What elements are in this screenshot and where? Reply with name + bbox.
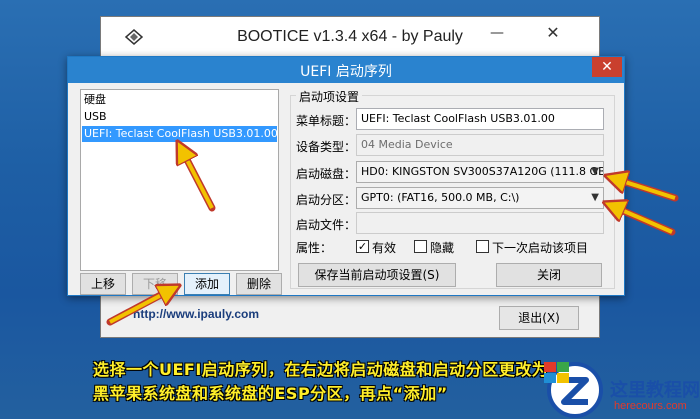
arrow-to-boot-partition-icon — [617, 208, 673, 234]
site-url: herecours.com — [614, 400, 687, 412]
arrow-to-boot-disk-icon — [619, 180, 676, 200]
instruction-caption-line2: 黑苹果系统盘和系统盘的ESP分区，再点“添加” — [93, 384, 448, 403]
site-logo-icon — [544, 362, 603, 418]
arrow-to-entry-icon — [184, 154, 214, 209]
arrow-to-add-button-icon — [109, 292, 167, 324]
site-name: 这里教程网 — [610, 380, 700, 401]
instruction-caption-line1: 选择一个UEFI启动序列，在右边将启动磁盘和启动分区更改为 — [93, 360, 549, 379]
